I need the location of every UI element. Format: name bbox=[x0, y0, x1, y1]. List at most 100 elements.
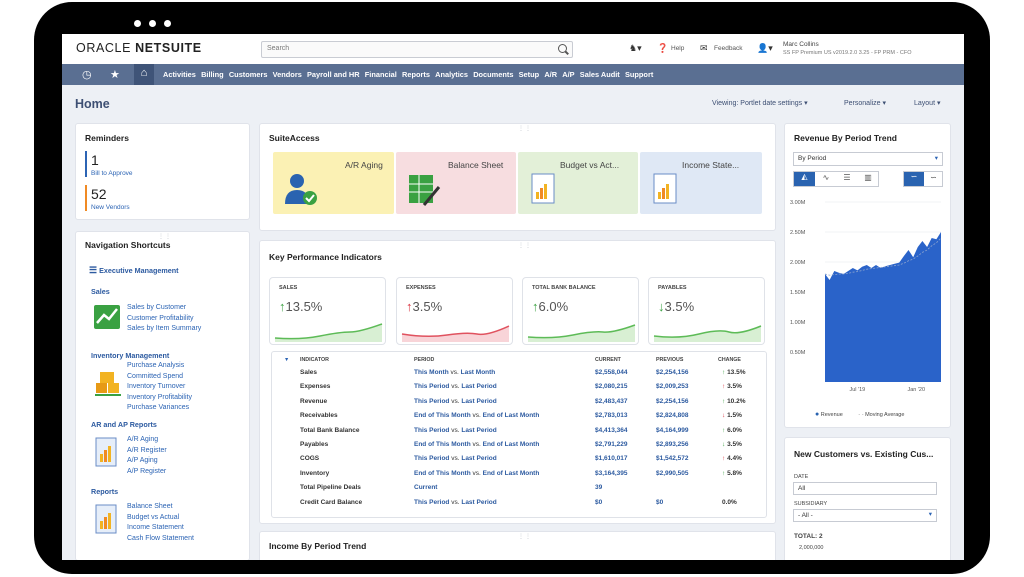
balance-sheet-link[interactable]: Balance Sheet bbox=[127, 502, 194, 513]
indicator-cell[interactable]: Revenue bbox=[300, 398, 327, 405]
feedback-icon[interactable]: ✉ bbox=[700, 43, 708, 54]
drag-handle-icon[interactable]: ⋮⋮ bbox=[518, 125, 532, 132]
shortcuts-star-icon[interactable]: ★ bbox=[110, 68, 120, 81]
search-icon[interactable] bbox=[558, 44, 567, 53]
period-cell[interactable]: End of This Month vs. End of Last Month bbox=[414, 470, 539, 477]
previous-value-cell[interactable]: $4,164,999 bbox=[656, 427, 689, 434]
user-name[interactable]: Marc Collins bbox=[783, 41, 819, 48]
current-value-cell[interactable]: $0 bbox=[595, 499, 602, 506]
drag-handle-icon[interactable]: ⋮⋮ bbox=[518, 533, 532, 540]
nav-analytics[interactable]: Analytics bbox=[435, 70, 468, 79]
ar-aging-tile[interactable]: A/R Aging bbox=[273, 152, 394, 214]
nav-customers[interactable]: Customers bbox=[229, 70, 268, 79]
period-cell[interactable]: This Period vs. Last Period bbox=[414, 427, 497, 434]
nav-activities[interactable]: Activities bbox=[163, 70, 196, 79]
nav-payroll-hr[interactable]: Payroll and HR bbox=[307, 70, 360, 79]
budget-vs-actual-link[interactable]: Budget vs Actual bbox=[127, 513, 194, 524]
bar-horizontal-icon[interactable]: ☰ bbox=[837, 173, 857, 182]
drag-handle-icon[interactable]: ⋮⋮ bbox=[518, 242, 532, 249]
indicator-cell[interactable]: COGS bbox=[300, 455, 319, 462]
help-link[interactable]: Help bbox=[671, 45, 684, 52]
layout-dropdown[interactable]: Layout ▾ bbox=[914, 99, 941, 107]
indicator-cell[interactable]: Credit Card Balance bbox=[300, 499, 362, 506]
ar-register-link[interactable]: A/R Register bbox=[127, 446, 167, 457]
customer-profitability-link[interactable]: Customer Profitability bbox=[127, 314, 201, 325]
previous-value-cell[interactable]: $2,990,505 bbox=[656, 470, 689, 477]
recent-records-icon[interactable]: ◷ bbox=[82, 68, 92, 81]
cash-flow-statement-link[interactable]: Cash Flow Statement bbox=[127, 534, 194, 545]
income-statement-tile[interactable]: Income State... bbox=[640, 152, 762, 214]
inventory-turnover-link[interactable]: Inventory Turnover bbox=[127, 382, 192, 393]
indicator-cell[interactable]: Inventory bbox=[300, 470, 329, 477]
nav-sales-audit[interactable]: Sales Audit bbox=[580, 70, 620, 79]
current-value-cell[interactable]: 39 bbox=[595, 484, 602, 491]
indicator-cell[interactable]: Sales bbox=[300, 369, 317, 376]
current-value-cell[interactable]: $2,558,044 bbox=[595, 369, 628, 376]
previous-value-cell[interactable]: $0 bbox=[656, 499, 663, 506]
current-value-cell[interactable]: $2,783,013 bbox=[595, 412, 628, 419]
period-cell[interactable]: This Period vs. Last Period bbox=[414, 398, 497, 405]
nav-ap[interactable]: A/P bbox=[562, 70, 574, 79]
reminder-label[interactable]: Bill to Approve bbox=[91, 170, 133, 177]
current-value-cell[interactable]: $3,164,395 bbox=[595, 470, 628, 477]
feedback-link[interactable]: Feedback bbox=[714, 45, 743, 52]
committed-spend-link[interactable]: Committed Spend bbox=[127, 372, 192, 383]
legend-moving-average[interactable]: Moving Average bbox=[865, 412, 904, 418]
inventory-profitability-link[interactable]: Inventory Profitability bbox=[127, 393, 192, 404]
area-chart-icon[interactable]: ◭ bbox=[794, 172, 815, 186]
current-value-cell[interactable]: $2,080,215 bbox=[595, 383, 628, 390]
previous-value-cell[interactable]: $2,824,808 bbox=[656, 412, 689, 419]
nav-support[interactable]: Support bbox=[625, 70, 653, 79]
indicator-cell[interactable]: Expenses bbox=[300, 383, 330, 390]
nav-billing[interactable]: Billing bbox=[201, 70, 224, 79]
reminder-count[interactable]: 1 bbox=[91, 152, 99, 168]
previous-value-cell[interactable]: $1,542,572 bbox=[656, 455, 689, 462]
home-icon[interactable]: ⌂ bbox=[134, 64, 154, 85]
indicator-cell[interactable]: Total Pipeline Deals bbox=[300, 484, 361, 491]
subsidiary-filter[interactable]: - All - ▾ bbox=[793, 509, 937, 522]
viewing-settings-dropdown[interactable]: Viewing: Portlet date settings ▾ bbox=[712, 99, 808, 107]
previous-value-cell[interactable]: $2,009,253 bbox=[656, 383, 689, 390]
drag-handle-icon[interactable]: ⋮⋮ bbox=[158, 233, 172, 240]
balance-sheet-tile[interactable]: Balance Sheet bbox=[396, 152, 516, 214]
period-cell[interactable]: This Month vs. Last Month bbox=[414, 369, 495, 376]
kpi-card-bank-balance[interactable]: TOTAL BANK BALANCE ↑6.0% bbox=[522, 277, 639, 345]
purchase-variances-link[interactable]: Purchase Variances bbox=[127, 403, 192, 414]
oracle-netsuite-logo[interactable]: ORACLE NETSUITE bbox=[76, 41, 202, 55]
ap-register-link[interactable]: A/P Register bbox=[127, 467, 167, 478]
ap-aging-link[interactable]: A/P Aging bbox=[127, 456, 167, 467]
current-value-cell[interactable]: $2,483,437 bbox=[595, 398, 628, 405]
period-cell[interactable]: End of This Month vs. End of Last Month bbox=[414, 441, 539, 448]
nav-ar[interactable]: A/R bbox=[544, 70, 557, 79]
nav-reports[interactable]: Reports bbox=[402, 70, 430, 79]
date-filter[interactable]: All bbox=[793, 482, 937, 495]
previous-value-cell[interactable]: $2,254,156 bbox=[656, 398, 689, 405]
kpi-card-sales[interactable]: SALES ↑13.5% bbox=[269, 277, 386, 345]
period-cell[interactable]: This Period vs. Last Period bbox=[414, 383, 497, 390]
period-cell[interactable]: End of This Month vs. End of Last Month bbox=[414, 412, 539, 419]
kpi-card-payables[interactable]: PAYABLES ↓3.5% bbox=[648, 277, 765, 345]
income-statement-link[interactable]: Income Statement bbox=[127, 523, 194, 534]
indicator-cell[interactable]: Receivables bbox=[300, 412, 338, 419]
ar-aging-link[interactable]: A/R Aging bbox=[127, 435, 167, 446]
create-new-icon[interactable]: ♞▾ bbox=[629, 43, 642, 54]
smooth-line-icon[interactable]: ∽ bbox=[904, 172, 924, 186]
line-chart-icon[interactable]: ∿ bbox=[816, 173, 836, 182]
collapse-toggle-icon[interactable]: ▼ bbox=[284, 357, 289, 363]
period-cell[interactable]: This Period vs. Last Period bbox=[414, 499, 497, 506]
period-cell[interactable]: This Period vs. Last Period bbox=[414, 455, 497, 462]
nav-financial[interactable]: Financial bbox=[365, 70, 397, 79]
indicator-cell[interactable]: Total Bank Balance bbox=[300, 427, 359, 434]
current-value-cell[interactable]: $4,413,364 bbox=[595, 427, 628, 434]
sales-by-customer-link[interactable]: Sales by Customer bbox=[127, 303, 201, 314]
legend-revenue[interactable]: Revenue bbox=[821, 412, 843, 418]
bar-chart-icon[interactable]: ▥ bbox=[858, 173, 878, 182]
nav-vendors[interactable]: Vendors bbox=[273, 70, 302, 79]
personalize-dropdown[interactable]: Personalize ▾ bbox=[844, 99, 886, 107]
purchase-analysis-link[interactable]: Purchase Analysis bbox=[127, 361, 192, 372]
executive-management-link[interactable]: ☰ Executive Management bbox=[89, 265, 179, 276]
budget-vs-actual-tile[interactable]: Budget vs Act... bbox=[518, 152, 638, 214]
previous-value-cell[interactable]: $2,893,256 bbox=[656, 441, 689, 448]
sales-by-item-link[interactable]: Sales by Item Summary bbox=[127, 324, 201, 335]
current-value-cell[interactable]: $1,610,017 bbox=[595, 455, 628, 462]
